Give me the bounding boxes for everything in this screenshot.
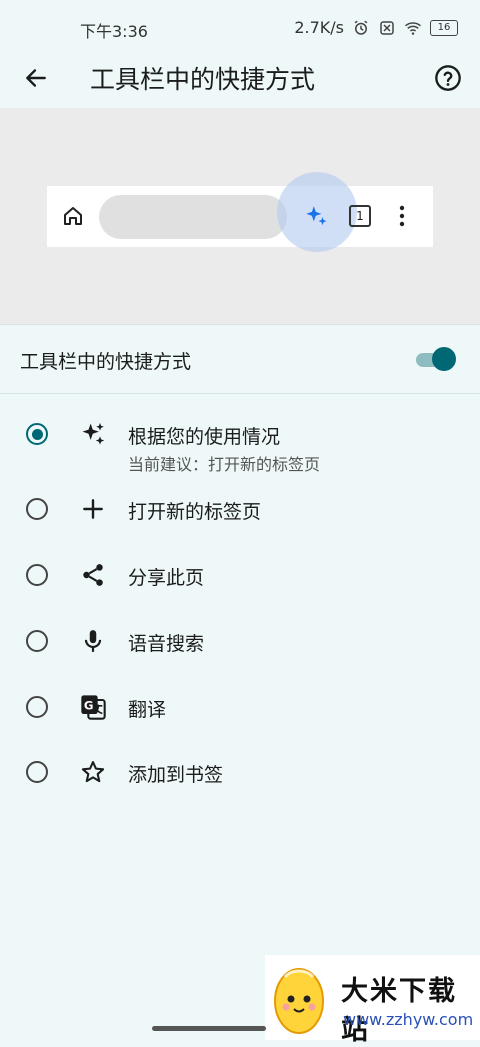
sparkle-icon: [82, 422, 105, 445]
preview-home-button: [59, 202, 87, 230]
radio-unselected[interactable]: [26, 696, 48, 718]
star-outline-icon: [81, 761, 105, 783]
watermark-url: www.zzhyw.com: [343, 1010, 474, 1029]
svg-text:G: G: [84, 698, 94, 712]
option-icon: [79, 627, 107, 655]
option-label: 添加到书签: [128, 764, 224, 786]
option-based-on-usage[interactable]: 根据您的使用情况 当前建议：打开新的标签页: [0, 420, 480, 489]
mascot-logo: [274, 968, 324, 1034]
watermark-title: 大米下载站: [341, 976, 457, 1046]
alarm-icon: [354, 20, 368, 35]
radio-unselected[interactable]: [26, 630, 48, 652]
preview-omnibox: [99, 195, 287, 239]
mic-icon: [84, 630, 102, 652]
option-label: 语音搜索: [128, 633, 205, 655]
no-sim-icon: [380, 20, 394, 35]
toggle-label: 工具栏中的快捷方式: [20, 351, 192, 373]
radio-unselected[interactable]: [26, 564, 48, 586]
option-icon: [79, 420, 107, 448]
option-share[interactable]: 分享此页: [0, 564, 480, 630]
option-label: 翻译: [128, 699, 167, 721]
more-vert-icon: [399, 205, 405, 227]
status-right: 2.7K/s 16: [294, 18, 458, 37]
wifi-icon: [404, 21, 422, 35]
option-icon: [79, 758, 107, 786]
option-icon: [79, 561, 107, 589]
status-bar: 下午3:36 2.7K/s 16: [0, 0, 480, 56]
radio-unselected[interactable]: [26, 761, 48, 783]
battery-icon: 16: [430, 19, 458, 36]
status-time: 下午3:36: [80, 22, 148, 41]
radio-unselected[interactable]: [26, 498, 48, 520]
option-label: 分享此页: [128, 567, 205, 589]
radio-selected[interactable]: [26, 423, 48, 445]
page-title: 工具栏中的快捷方式: [90, 65, 316, 94]
option-add-bookmark[interactable]: 添加到书签: [0, 761, 480, 827]
toolbar-preview: 1: [0, 108, 480, 324]
option-label: 打开新的标签页: [128, 501, 262, 523]
sparkle-icon: [306, 206, 327, 226]
watermark: 大米下载站 www.zzhyw.com: [265, 955, 480, 1046]
option-icon: [79, 495, 107, 523]
toolbar-shortcut-switch[interactable]: [416, 347, 456, 371]
toolbar-mock: 1: [47, 172, 433, 252]
home-indicator[interactable]: [152, 1026, 266, 1031]
switch-thumb: [432, 347, 456, 371]
net-speed: 2.7K/s: [294, 18, 344, 37]
option-label: 根据您的使用情况: [128, 426, 281, 448]
option-voice-search[interactable]: 语音搜索: [0, 630, 480, 696]
option-sublabel: 当前建议：打开新的标签页: [128, 455, 321, 474]
divider: [0, 393, 480, 394]
arrow-back-icon: [26, 69, 46, 87]
plus-icon: [83, 499, 103, 519]
app-bar: 工具栏中的快捷方式: [0, 56, 480, 108]
help-circle-icon: [435, 65, 461, 91]
help-button[interactable]: [432, 62, 464, 94]
back-button[interactable]: [20, 62, 52, 94]
home-icon: [64, 207, 82, 225]
tab-switcher-icon: 1: [349, 205, 371, 227]
option-translate[interactable]: G 翻译: [0, 693, 480, 762]
translate-icon: G: [81, 695, 106, 720]
option-new-tab[interactable]: 打开新的标签页: [0, 498, 480, 564]
option-icon: G: [79, 693, 107, 721]
share-icon: [83, 564, 103, 586]
toolbar-shortcut-toggle-row[interactable]: 工具栏中的快捷方式: [0, 325, 480, 393]
